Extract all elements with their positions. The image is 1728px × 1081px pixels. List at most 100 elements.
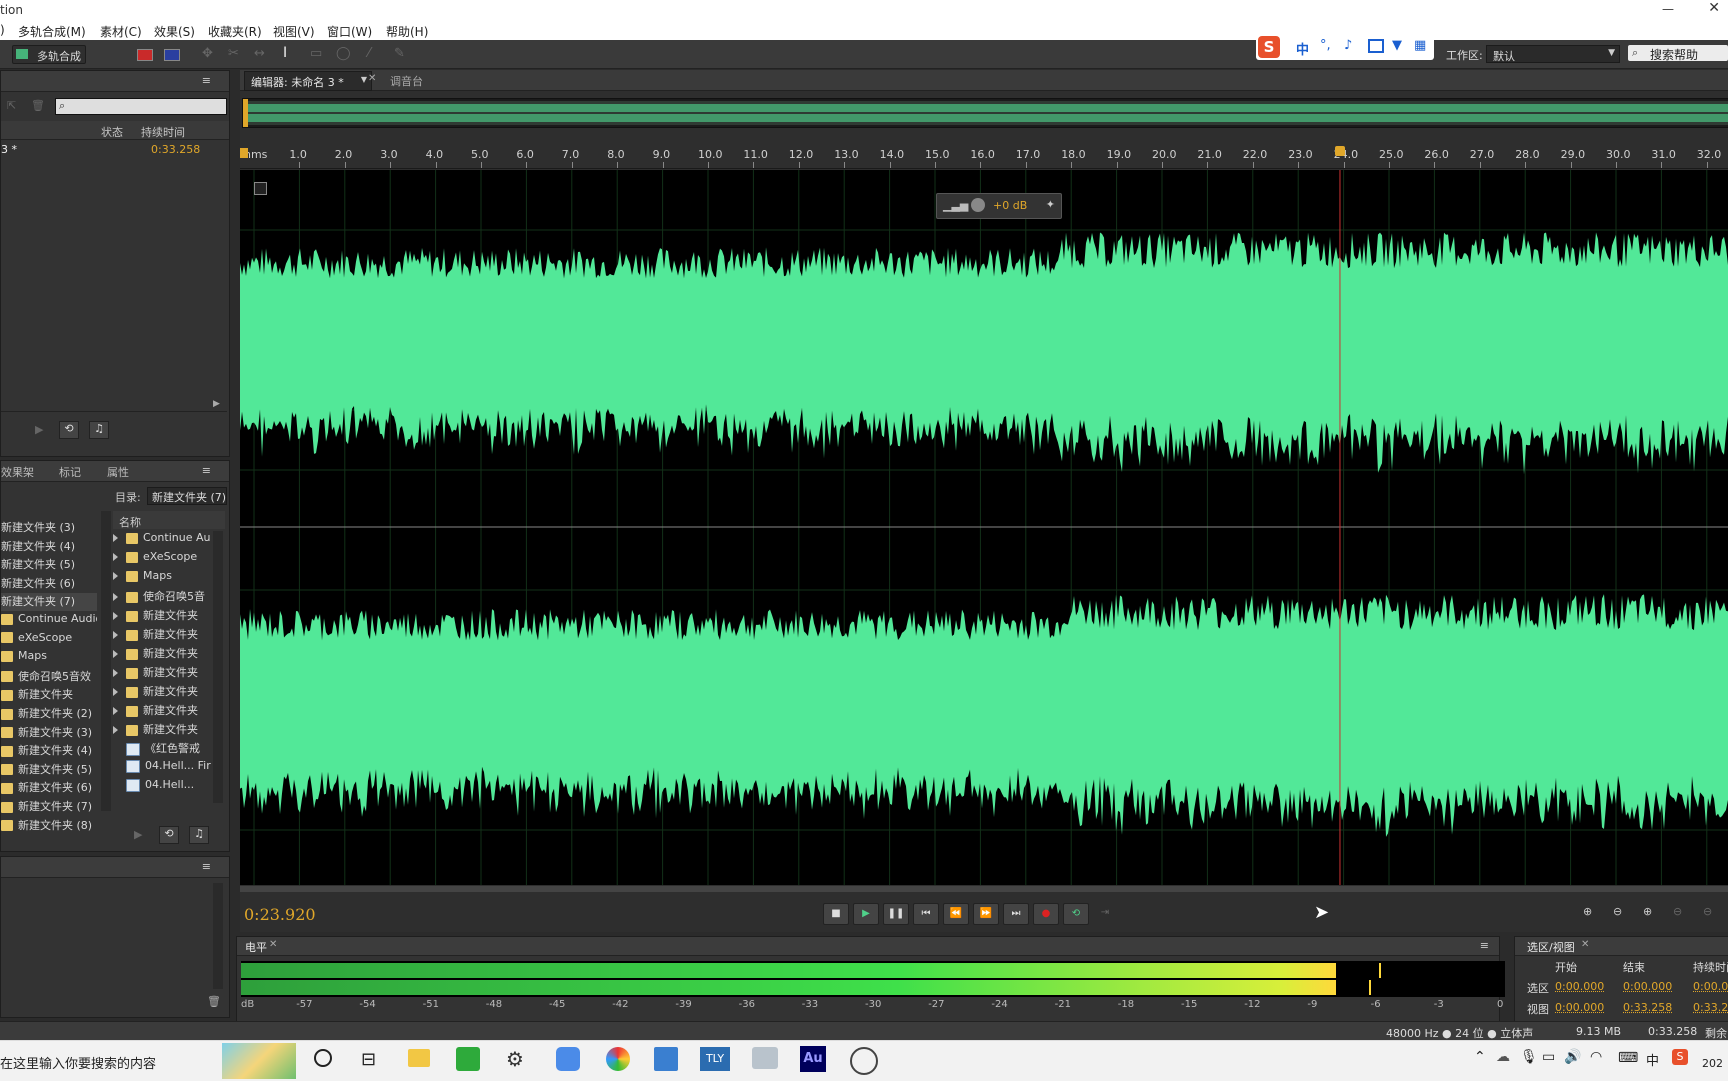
auto-play-icon[interactable]: ♫ bbox=[89, 421, 109, 439]
audition-app-icon[interactable]: Au bbox=[800, 1046, 826, 1072]
taskbar-search-input[interactable]: 在这里输入你要搜索的内容 bbox=[0, 1053, 156, 1072]
keyboard-icon[interactable] bbox=[1368, 39, 1384, 53]
microphone-icon[interactable]: ♪ bbox=[1344, 38, 1352, 53]
list-item[interactable]: 04.Hell... Fir bbox=[113, 759, 213, 777]
trash-icon[interactable]: 🗑 bbox=[31, 99, 45, 112]
zoom-out-full-icon[interactable]: ⊖ bbox=[1703, 905, 1712, 918]
close-tab-icon[interactable]: ✕ bbox=[269, 939, 277, 950]
view-start[interactable]: 0:00.000 bbox=[1555, 1001, 1604, 1014]
menu-item-0[interactable]: ) bbox=[0, 23, 5, 37]
tree-item[interactable]: 新建文件夹 (6) bbox=[1, 575, 97, 593]
volume-value[interactable]: +0 dB bbox=[993, 199, 1027, 212]
expand-icon[interactable] bbox=[113, 650, 118, 658]
loop-playback-button[interactable]: ⟲ bbox=[1063, 903, 1089, 925]
workspace-select[interactable]: 默认 ▼ bbox=[1486, 45, 1620, 63]
marquee-tool-icon[interactable]: ▭ bbox=[310, 46, 322, 61]
play-button[interactable]: ▶ bbox=[853, 903, 879, 925]
browser-icon[interactable] bbox=[606, 1047, 630, 1071]
pin-icon[interactable]: ✦ bbox=[1046, 198, 1055, 211]
expand-icon[interactable] bbox=[113, 688, 118, 696]
file-explorer-icon[interactable] bbox=[408, 1049, 430, 1067]
tree-item[interactable]: 新建文件夹 (3) bbox=[1, 519, 97, 537]
go-to-start-button[interactable]: ⏮ bbox=[913, 903, 939, 925]
view-end[interactable]: 0:33.258 bbox=[1623, 1001, 1672, 1014]
tree-scrollbar[interactable] bbox=[101, 511, 111, 811]
tree-item[interactable]: 新建文件夹 (2) bbox=[1, 705, 97, 723]
rewind-button[interactable]: ⏪ bbox=[943, 903, 969, 925]
archive-app-icon[interactable] bbox=[654, 1047, 678, 1071]
menu-item-4[interactable]: 收藏夹(R) bbox=[208, 23, 262, 40]
playhead-marker[interactable] bbox=[1334, 146, 1345, 156]
menu-item-6[interactable]: 窗口(W) bbox=[327, 23, 372, 40]
pause-button[interactable]: ❚❚ bbox=[883, 903, 909, 925]
spot-healing-tool-icon[interactable]: ✎ bbox=[394, 46, 405, 61]
microphone-icon[interactable]: 🎙 bbox=[1520, 1049, 1538, 1065]
tly-app-icon[interactable]: TLY bbox=[700, 1047, 730, 1071]
list-item[interactable]: 新建文件夹 bbox=[113, 664, 213, 682]
volume-icon[interactable]: 🔊 bbox=[1564, 1049, 1581, 1065]
punctuation-icon[interactable]: °, bbox=[1320, 38, 1331, 53]
file-row[interactable]: 3 * 0:33.258 bbox=[1, 141, 227, 159]
list-item[interactable]: Continue Au bbox=[113, 531, 213, 549]
list-item[interactable]: eXeScope bbox=[113, 550, 213, 568]
tab-editor[interactable]: 编辑器: 未命名 3 * ▼ bbox=[244, 71, 372, 91]
list-item[interactable]: 新建文件夹 bbox=[113, 702, 213, 720]
obs-app-icon[interactable] bbox=[850, 1047, 878, 1075]
volume-hud[interactable]: ▁▃▅ +0 dB ✦ bbox=[936, 193, 1062, 219]
list-item[interactable]: 使命召唤5音 bbox=[113, 588, 213, 606]
photos-app-icon[interactable] bbox=[556, 1047, 580, 1071]
zoom-in-time-icon[interactable]: ⊕ bbox=[1643, 905, 1652, 918]
expand-icon[interactable] bbox=[113, 726, 118, 734]
tree-item[interactable]: Maps bbox=[1, 649, 97, 667]
play-icon[interactable]: ▶ bbox=[134, 828, 142, 841]
expand-icon[interactable] bbox=[113, 669, 118, 677]
list-item[interactable]: 新建文件夹 bbox=[113, 607, 213, 625]
lasso-tool-icon[interactable]: ◯ bbox=[336, 46, 351, 61]
auto-play-icon[interactable]: ♫ bbox=[189, 826, 209, 844]
tab-properties[interactable]: 属性 bbox=[107, 464, 129, 480]
list-item[interactable]: Maps bbox=[113, 569, 213, 587]
close-tab-icon[interactable]: ✕ bbox=[1581, 939, 1589, 950]
tree-item[interactable]: 新建文件夹 (5) bbox=[1, 556, 97, 574]
tree-item[interactable]: 新建文件夹 (7) bbox=[1, 798, 97, 816]
name-column-header[interactable]: 名称 bbox=[119, 514, 141, 530]
selection-duration[interactable]: 0:00.000 bbox=[1693, 980, 1728, 993]
panel-menu-icon[interactable]: ≡ bbox=[202, 74, 211, 87]
zoom-out-amplitude-icon[interactable]: ⊖ bbox=[1613, 905, 1622, 918]
panel-menu-icon[interactable]: ≡ bbox=[1480, 939, 1489, 952]
menu-item-3[interactable]: 效果(S) bbox=[154, 23, 195, 40]
time-selection-tool-icon[interactable]: I bbox=[283, 45, 287, 61]
multitrack-button[interactable]: 多轨合成 bbox=[12, 45, 86, 64]
expand-icon[interactable] bbox=[113, 631, 118, 639]
chevron-up-icon[interactable]: ⌃ bbox=[1474, 1049, 1486, 1065]
toolbox-icon[interactable]: ▦ bbox=[1414, 38, 1426, 53]
sogou-tray-icon[interactable]: S bbox=[1672, 1049, 1688, 1065]
clock[interactable]: 202 bbox=[1702, 1057, 1723, 1070]
close-tab-icon[interactable]: ✕ bbox=[368, 73, 376, 84]
files-search-input[interactable]: ⌕ bbox=[55, 98, 227, 115]
scroll-right-icon[interactable]: ▶ bbox=[213, 399, 220, 409]
tree-item[interactable]: 使命召唤5音效 bbox=[1, 668, 97, 686]
loop-icon[interactable]: ⟲ bbox=[159, 826, 179, 844]
ime-indicator[interactable]: 中 bbox=[1646, 1050, 1659, 1069]
play-icon[interactable]: ▶ bbox=[35, 423, 43, 436]
panel-menu-icon[interactable]: ≡ bbox=[202, 860, 211, 873]
skin-icon[interactable]: ▼ bbox=[1392, 38, 1402, 53]
media-app-icon[interactable] bbox=[752, 1047, 778, 1069]
status-column-header[interactable]: 状态 bbox=[101, 124, 123, 140]
recorder-app-icon[interactable] bbox=[456, 1047, 480, 1071]
tree-item[interactable]: 新建文件夹 (5) bbox=[1, 761, 97, 779]
menu-item-1[interactable]: 多轨合成(M) bbox=[18, 23, 86, 40]
move-tool-icon[interactable]: ✥ bbox=[202, 46, 213, 61]
expand-icon[interactable] bbox=[113, 593, 118, 601]
tree-item[interactable]: Continue Audio bbox=[1, 612, 97, 630]
list-item[interactable]: 《红色警戒 bbox=[113, 740, 213, 758]
import-icon[interactable]: ⇱ bbox=[7, 99, 16, 112]
tab-selection-view[interactable]: 选区/视图 bbox=[1527, 939, 1575, 955]
contents-scrollbar[interactable] bbox=[213, 531, 223, 803]
zoom-in-amplitude-icon[interactable]: ⊕ bbox=[1583, 905, 1592, 918]
editor-scrollbar[interactable] bbox=[240, 886, 1728, 892]
start-marker[interactable] bbox=[240, 148, 248, 158]
trash-icon[interactable]: 🗑 bbox=[207, 995, 221, 1008]
stop-button[interactable]: ■ bbox=[823, 903, 849, 925]
